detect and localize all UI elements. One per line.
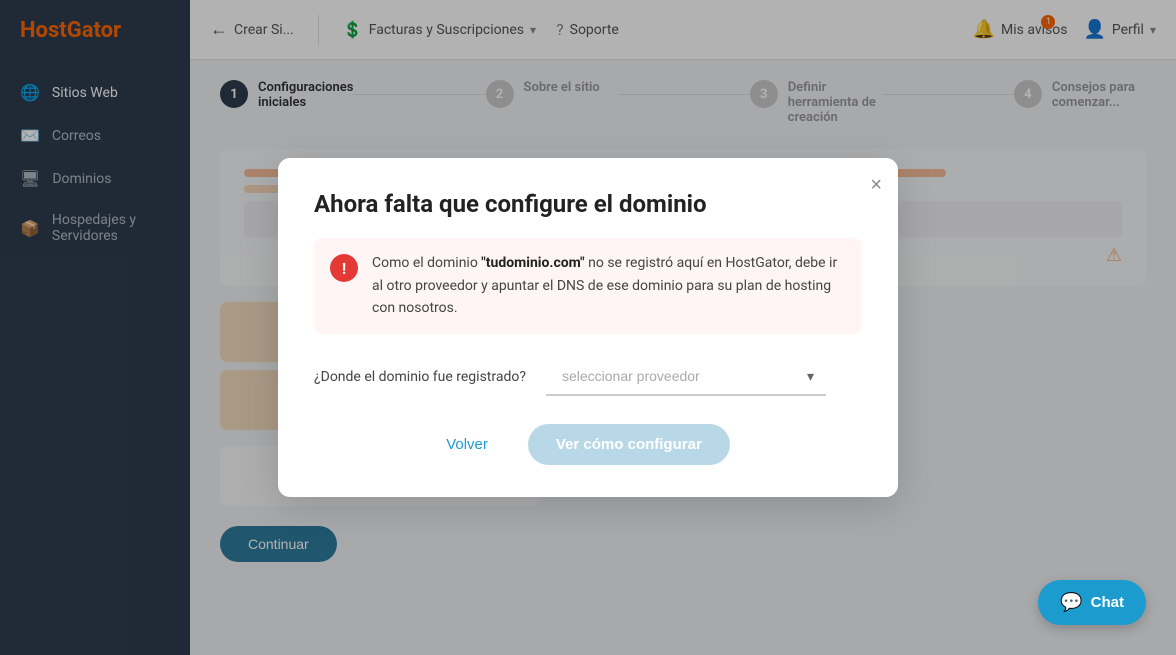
modal-actions: Volver Ver cómo configurar <box>314 424 862 465</box>
domain-modal: × Ahora falta que configure el dominio !… <box>278 158 898 496</box>
modal-close-button[interactable]: × <box>870 174 882 197</box>
alert-error-icon: ! <box>330 254 358 282</box>
modal-form-label: ¿Donde el dominio fue registrado? <box>314 369 526 385</box>
modal-title: Ahora falta que configure el dominio <box>314 190 862 218</box>
modal-overlay: × Ahora falta que configure el dominio !… <box>0 0 1176 655</box>
modal-form-row: ¿Donde el dominio fue registrado? selecc… <box>314 358 862 396</box>
chat-icon: 💬 <box>1060 592 1082 613</box>
modal-back-button[interactable]: Volver <box>446 436 488 453</box>
chat-button[interactable]: 💬 Chat <box>1038 580 1146 625</box>
provider-select[interactable]: seleccionar proveedor GoDaddyNamecheapGo… <box>546 358 826 396</box>
modal-domain: "tudominio.com" <box>481 255 584 271</box>
chat-label: Chat <box>1091 594 1124 611</box>
modal-alert-text: Como el dominio "tudominio.com" no se re… <box>372 252 846 319</box>
modal-confirm-button[interactable]: Ver cómo configurar <box>528 424 730 465</box>
provider-select-wrapper: seleccionar proveedor GoDaddyNamecheapGo… <box>546 358 826 396</box>
modal-alert: ! Como el dominio "tudominio.com" no se … <box>314 238 862 333</box>
